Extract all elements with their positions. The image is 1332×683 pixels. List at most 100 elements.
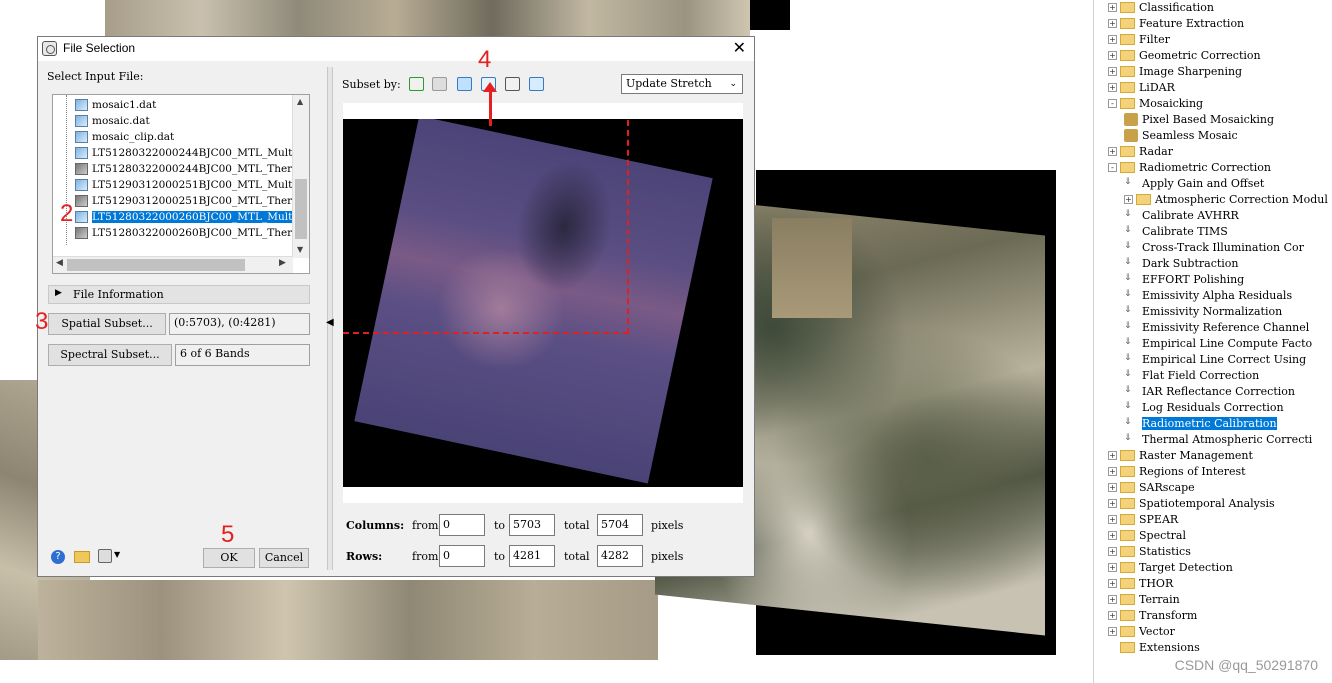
expand-icon[interactable]: + — [1108, 626, 1117, 636]
toolbox-item[interactable]: Pixel Based Mosaicking — [1124, 111, 1274, 127]
scroll-down-icon[interactable]: ▼ — [297, 245, 303, 254]
close-icon[interactable]: ✕ — [733, 38, 746, 57]
expand-icon[interactable]: + — [1108, 482, 1117, 492]
toolbox-item[interactable]: + Geometric Correction — [1108, 47, 1261, 63]
expand-icon[interactable]: + — [1108, 546, 1117, 556]
toolbox-item[interactable]: ⇓ Emissivity Alpha Residuals — [1124, 287, 1292, 303]
file-list-item[interactable]: mosaic_clip.dat — [75, 129, 174, 144]
expand-icon[interactable]: + — [1108, 498, 1117, 508]
expand-icon[interactable]: + — [1108, 594, 1117, 604]
toolbox-item[interactable]: ⇓ Cross-Track Illumination Cor — [1124, 239, 1304, 255]
toolbox-item[interactable]: + Spatiotemporal Analysis — [1108, 495, 1275, 511]
toolbox-item[interactable]: + SARscape — [1108, 479, 1195, 495]
stretch-select[interactable]: Update Stretch ⌄ — [621, 74, 743, 94]
file-list-item[interactable]: mosaic.dat — [75, 113, 150, 128]
expand-icon[interactable]: + — [1124, 194, 1133, 204]
toolbox-tree[interactable]: + Classification + Feature Extraction + Filte… — [1100, 0, 1332, 683]
toolbox-item[interactable]: + Raster Management — [1108, 447, 1253, 463]
subset-image-icon[interactable] — [409, 77, 424, 91]
toolbox-item[interactable]: + Terrain — [1108, 591, 1180, 607]
options-dropdown-icon[interactable]: ▼ — [114, 550, 120, 559]
toolbox-item[interactable]: + SPEAR — [1108, 511, 1178, 527]
toolbox-item[interactable]: + Classification — [1108, 0, 1214, 15]
spectral-subset-button[interactable]: Spectral Subset... — [48, 344, 172, 366]
scroll-right-icon[interactable]: ▶ — [279, 258, 286, 268]
columns-from-input[interactable]: 0 — [439, 514, 485, 536]
toolbox-item[interactable]: + LiDAR — [1108, 79, 1175, 95]
scroll-thumb[interactable] — [295, 179, 307, 239]
subset-map-icon[interactable] — [457, 77, 472, 91]
spatial-subset-button[interactable]: Spatial Subset... — [48, 313, 166, 335]
cancel-button[interactable]: Cancel — [259, 548, 309, 568]
rows-to-input[interactable]: 4281 — [509, 545, 555, 567]
expand-icon[interactable]: + — [1108, 50, 1117, 60]
columns-to-input[interactable]: 5703 — [509, 514, 555, 536]
hscroll-thumb[interactable] — [67, 259, 245, 271]
scroll-left-icon[interactable]: ◀ — [56, 258, 63, 268]
collapse-icon[interactable]: - — [1108, 98, 1117, 108]
toolbox-item[interactable]: + Regions of Interest — [1108, 463, 1246, 479]
expand-icon[interactable]: + — [1108, 34, 1117, 44]
toolbox-item[interactable]: ⇓ Apply Gain and Offset — [1124, 175, 1264, 191]
toolbox-item[interactable]: ⇓ Thermal Atmospheric Correcti — [1124, 431, 1312, 447]
toolbox-item[interactable]: + Radar — [1108, 143, 1173, 159]
file-list[interactable]: mosaic1.dat mosaic.dat mosaic_clip.dat LT51… — [52, 94, 310, 274]
file-information-toggle[interactable]: ▶ File Information — [48, 285, 310, 304]
toolbox-item[interactable]: + Target Detection — [1108, 559, 1233, 575]
file-list-vscroll[interactable]: ▲ ▼ — [292, 95, 309, 258]
file-list-item[interactable]: LT51280322000244BJC00_MTL_Thermal — [75, 161, 309, 176]
subset-roi-icon[interactable] — [505, 77, 520, 91]
toolbox-item[interactable]: - Radiometric Correction — [1108, 159, 1271, 175]
expand-icon[interactable]: + — [1108, 450, 1117, 460]
dialog-titlebar[interactable]: File Selection ✕ — [38, 37, 754, 61]
toolbox-item[interactable]: ⇓ Radiometric Calibration — [1124, 415, 1277, 431]
toolbox-item[interactable]: + Feature Extraction — [1108, 15, 1244, 31]
toolbox-item[interactable]: + Spectral — [1108, 527, 1186, 543]
scroll-up-icon[interactable]: ▲ — [297, 97, 303, 106]
toolbox-item[interactable]: ⇓ Dark Subtraction — [1124, 255, 1239, 271]
file-list-item[interactable]: mosaic1.dat — [75, 97, 156, 112]
expand-icon[interactable]: + — [1108, 66, 1117, 76]
expand-icon[interactable]: + — [1108, 466, 1117, 476]
rows-from-input[interactable]: 0 — [439, 545, 485, 567]
open-folder-icon[interactable] — [74, 551, 90, 563]
expand-icon[interactable]: + — [1108, 514, 1117, 524]
toolbox-item[interactable]: + Statistics — [1108, 543, 1191, 559]
expand-icon[interactable]: + — [1108, 146, 1117, 156]
file-list-item[interactable]: LT51280322000244BJC00_MTL_MultiSp — [75, 145, 309, 160]
ok-button[interactable]: OK — [203, 548, 255, 568]
help-icon[interactable]: ? — [51, 550, 65, 564]
subset-file-icon[interactable] — [432, 77, 447, 91]
expand-icon[interactable]: + — [1108, 2, 1117, 12]
collapse-icon[interactable]: - — [1108, 162, 1117, 172]
expand-icon[interactable]: + — [1108, 610, 1117, 620]
toolbox-item[interactable]: ⇓ EFFORT Polishing — [1124, 271, 1244, 287]
toolbox-item[interactable]: ⇓ Emissivity Normalization — [1124, 303, 1282, 319]
toolbox-item[interactable]: ⇓ IAR Reflectance Correction — [1124, 383, 1295, 399]
toolbox-item[interactable]: ⇓ Flat Field Correction — [1124, 367, 1259, 383]
file-list-hscroll[interactable]: ◀ ▶ — [53, 256, 293, 273]
expand-icon[interactable]: + — [1108, 562, 1117, 572]
file-list-item[interactable]: LT51290312000251BJC00_MTL_MultiSp — [75, 177, 309, 192]
subset-selection-box[interactable] — [343, 120, 629, 334]
toolbox-item[interactable]: ⇓ Log Residuals Correction — [1124, 399, 1284, 415]
toolbox-item[interactable]: ⇓ Empirical Line Compute Facto — [1124, 335, 1312, 351]
toolbox-item[interactable]: ⇓ Empirical Line Correct Using — [1124, 351, 1306, 367]
toolbox-item[interactable]: Seamless Mosaic — [1124, 127, 1238, 143]
expand-icon[interactable]: + — [1108, 530, 1117, 540]
toolbox-item[interactable]: + Image Sharpening — [1108, 63, 1242, 79]
toolbox-item[interactable]: + Transform — [1108, 607, 1197, 623]
collapse-panel-icon[interactable]: ◀ — [326, 317, 334, 328]
toolbox-item[interactable]: + Atmospheric Correction Modul — [1124, 191, 1328, 207]
expand-icon[interactable]: + — [1108, 18, 1117, 28]
toolbox-item[interactable]: + Vector — [1108, 623, 1175, 639]
file-list-item[interactable]: LT51290312000251BJC00_MTL_Thermal — [75, 193, 309, 208]
toolbox-item[interactable]: + THOR — [1108, 575, 1173, 591]
toolbox-item[interactable]: ⇓ Calibrate TIMS — [1124, 223, 1228, 239]
expand-icon[interactable]: + — [1108, 578, 1117, 588]
expand-icon[interactable]: + — [1108, 82, 1117, 92]
toolbox-item[interactable]: ⇓ Calibrate AVHRR — [1124, 207, 1239, 223]
toolbox-item[interactable]: Extensions — [1108, 639, 1200, 655]
toolbox-item[interactable]: ⇓ Emissivity Reference Channel — [1124, 319, 1309, 335]
options-icon[interactable] — [98, 549, 112, 563]
